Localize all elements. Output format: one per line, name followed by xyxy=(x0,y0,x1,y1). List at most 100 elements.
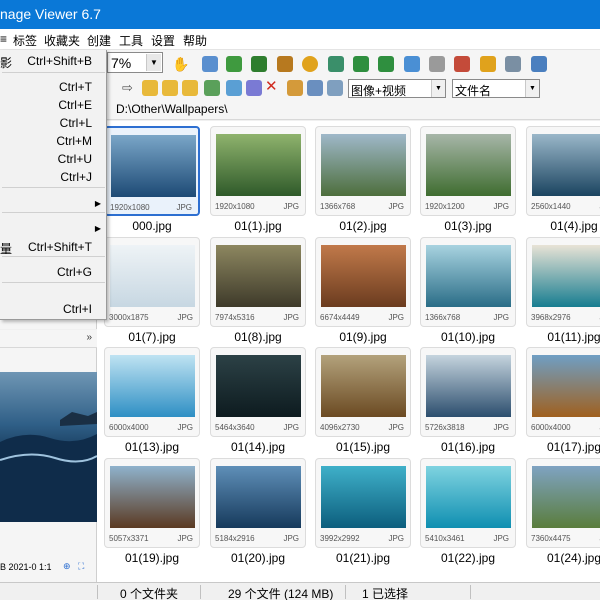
thumbnail-card[interactable]: 3992x2992 JPG xyxy=(315,458,411,548)
context-menu-item[interactable]: ▶ xyxy=(0,220,107,238)
thumbnail-filename[interactable]: 01(10).jpg xyxy=(415,330,521,344)
context-menu-item[interactable]: 影 Ctrl+Shift+B xyxy=(0,52,107,70)
pan-hand-icon[interactable]: ✋ xyxy=(172,56,189,72)
context-menu-item[interactable]: ▶ xyxy=(0,195,107,213)
thumbnail-card[interactable]: 1920x1200 JPG xyxy=(420,126,516,216)
thumbnail-grid[interactable]: 1920x1080 JPG 000.jpg 1920x1080 JPG 01(1).jpg… xyxy=(97,121,600,582)
thumbnail-filename[interactable]: 01(7).jpg xyxy=(99,330,205,344)
thumbnail-card[interactable]: 6674x4449 JPG xyxy=(315,237,411,327)
thumbnail-filename[interactable]: 01(13).jpg xyxy=(99,440,205,454)
thumbnail-filename[interactable]: 01(20).jpg xyxy=(205,551,311,565)
rotate-left-icon[interactable] xyxy=(353,56,369,72)
menu-item-help[interactable]: 帮助 xyxy=(183,32,207,49)
thumbnail-card[interactable]: 5057x3371 JPG xyxy=(104,458,200,548)
details-view-icon[interactable] xyxy=(327,80,343,96)
screen-icon[interactable] xyxy=(531,56,547,72)
fit-window-icon[interactable] xyxy=(202,56,218,72)
address-bar[interactable]: D:\Other\Wallpapers\ xyxy=(97,99,600,120)
thumbnail-filename[interactable]: 01(3).jpg xyxy=(415,219,521,233)
thumbnail-card[interactable]: 5184x2916 JPG xyxy=(210,458,306,548)
thumbnail-card[interactable]: 5464x3640 JPG xyxy=(210,347,306,437)
context-menu-item[interactable]: Ctrl+M xyxy=(0,132,107,150)
thumbnail-card[interactable]: 1920x1080 JPG xyxy=(104,126,200,216)
thumbnail-filename[interactable]: 01(21).jpg xyxy=(310,551,416,565)
thumbnail-filename[interactable]: 01(2).jpg xyxy=(310,219,416,233)
thumbnail-filename[interactable]: 000.jpg xyxy=(99,219,205,233)
copy-to-icon[interactable] xyxy=(204,80,220,96)
thumbnail-filename[interactable]: 01(22).jpg xyxy=(415,551,521,565)
context-menu-item[interactable]: Ctrl+G xyxy=(0,263,107,281)
collapse-icon[interactable]: » xyxy=(86,332,92,343)
thumbnail-card[interactable]: 5410x3461 JPG xyxy=(420,458,516,548)
thumbnail-filename[interactable]: 01(24).jpg xyxy=(521,551,600,565)
resize-icon[interactable] xyxy=(251,56,267,72)
rename-icon[interactable] xyxy=(246,80,262,96)
thumbnail-card[interactable]: 7974x5316 JPG xyxy=(210,237,306,327)
chevron-down-icon[interactable]: ▼ xyxy=(146,54,161,71)
thumbnail-image xyxy=(426,466,511,528)
delete-icon[interactable]: ✕ xyxy=(265,78,281,95)
thumbnail-card[interactable]: 1366x768 JPG xyxy=(420,237,516,327)
thumbnail-card[interactable]: 1366x768 JPG xyxy=(315,126,411,216)
chevron-down-icon[interactable]: ▼ xyxy=(431,80,445,97)
copy-icon[interactable] xyxy=(404,56,420,72)
rotate-right-icon[interactable] xyxy=(378,56,394,72)
person-icon[interactable] xyxy=(328,56,344,72)
thumbnail-format: JPG xyxy=(283,313,299,322)
menu-item-favorites[interactable]: 收藏夹 xyxy=(44,32,80,49)
thumbnail-dimensions: 1920x1200 xyxy=(425,202,465,211)
list-view-icon[interactable] xyxy=(307,80,323,96)
parent-folder-icon[interactable] xyxy=(142,80,158,96)
thumbnail-filename[interactable]: 01(17).jpg xyxy=(521,440,600,454)
menu-item-partial[interactable]: ≡ xyxy=(0,32,7,46)
thumbnail-card[interactable]: 4096x2730 JPG xyxy=(315,347,411,437)
thumbnail-filename[interactable]: 01(14).jpg xyxy=(205,440,311,454)
thumbnail-filename[interactable]: 01(15).jpg xyxy=(310,440,416,454)
menu-item-tools[interactable]: 工具 xyxy=(119,32,143,49)
thumbnail-filename[interactable]: 01(19).jpg xyxy=(99,551,205,565)
new-folder-icon[interactable] xyxy=(162,80,178,96)
file-type-filter[interactable]: 图像+视频 ▼ xyxy=(348,79,446,98)
grid-view-icon[interactable] xyxy=(287,80,303,96)
adjust-icon[interactable] xyxy=(302,56,318,72)
context-menu-item[interactable]: Ctrl+I xyxy=(0,300,107,318)
context-menu-item[interactable]: Ctrl+T xyxy=(0,78,107,96)
thumbnail-filename[interactable]: 01(8).jpg xyxy=(205,330,311,344)
crop-icon[interactable] xyxy=(429,56,445,72)
fit-icon[interactable]: ⊕ xyxy=(63,561,71,572)
context-menu-item[interactable]: Ctrl+L xyxy=(0,114,107,132)
save-icon[interactable] xyxy=(226,56,242,72)
thumbnail-card[interactable]: 6000x4000JPG xyxy=(526,347,600,437)
thumbnail-filename[interactable]: 01(16).jpg xyxy=(415,440,521,454)
move-to-icon[interactable] xyxy=(226,80,242,96)
sort-select[interactable]: 文件名 ▼ xyxy=(452,79,540,98)
context-menu-shortcut: Ctrl+Shift+T xyxy=(27,240,92,254)
thumbnail-filename[interactable]: 01(1).jpg xyxy=(205,219,311,233)
thumbnail-card[interactable]: 1920x1080 JPG xyxy=(210,126,306,216)
redeye-icon[interactable] xyxy=(454,56,470,72)
thumbnail-card[interactable]: 3000x1875 JPG xyxy=(104,237,200,327)
context-menu-item[interactable]: Ctrl+J xyxy=(0,168,107,186)
thumbnail-filename[interactable]: 01(9).jpg xyxy=(310,330,416,344)
folder-icon[interactable] xyxy=(480,56,496,72)
context-menu-item[interactable]: Ctrl+E xyxy=(0,96,107,114)
context-menu-item[interactable]: 量 Ctrl+Shift+T xyxy=(0,238,107,256)
forward-arrow-icon[interactable]: ⇨ xyxy=(122,80,138,96)
thumbnail-card[interactable]: 3968x2976JPG xyxy=(526,237,600,327)
thumbnail-filename[interactable]: 01(11).jpg xyxy=(521,330,600,344)
thumbnail-card[interactable]: 7360x4475JPG xyxy=(526,458,600,548)
thumbnail-card[interactable]: 5726x3818 JPG xyxy=(420,347,516,437)
context-menu-item[interactable]: Ctrl+U xyxy=(0,150,107,168)
thumbnail-filename[interactable]: 01(4).jpg xyxy=(521,219,600,233)
convert-icon[interactable] xyxy=(277,56,293,72)
fullscreen-icon[interactable]: ⛶ xyxy=(78,561,84,572)
menu-item-tags[interactable]: 标签 xyxy=(13,32,37,49)
menu-item-create[interactable]: 创建 xyxy=(87,32,111,49)
chevron-down-icon[interactable]: ▼ xyxy=(525,80,539,97)
menu-item-settings[interactable]: 设置 xyxy=(151,32,175,49)
thumbnail-card[interactable]: 2560x1440JPG xyxy=(526,126,600,216)
folder-up-icon[interactable] xyxy=(182,80,198,96)
print-icon[interactable] xyxy=(505,56,521,72)
zoom-select[interactable]: 7% ▼ xyxy=(107,52,163,73)
thumbnail-card[interactable]: 6000x4000JPG xyxy=(104,347,200,437)
